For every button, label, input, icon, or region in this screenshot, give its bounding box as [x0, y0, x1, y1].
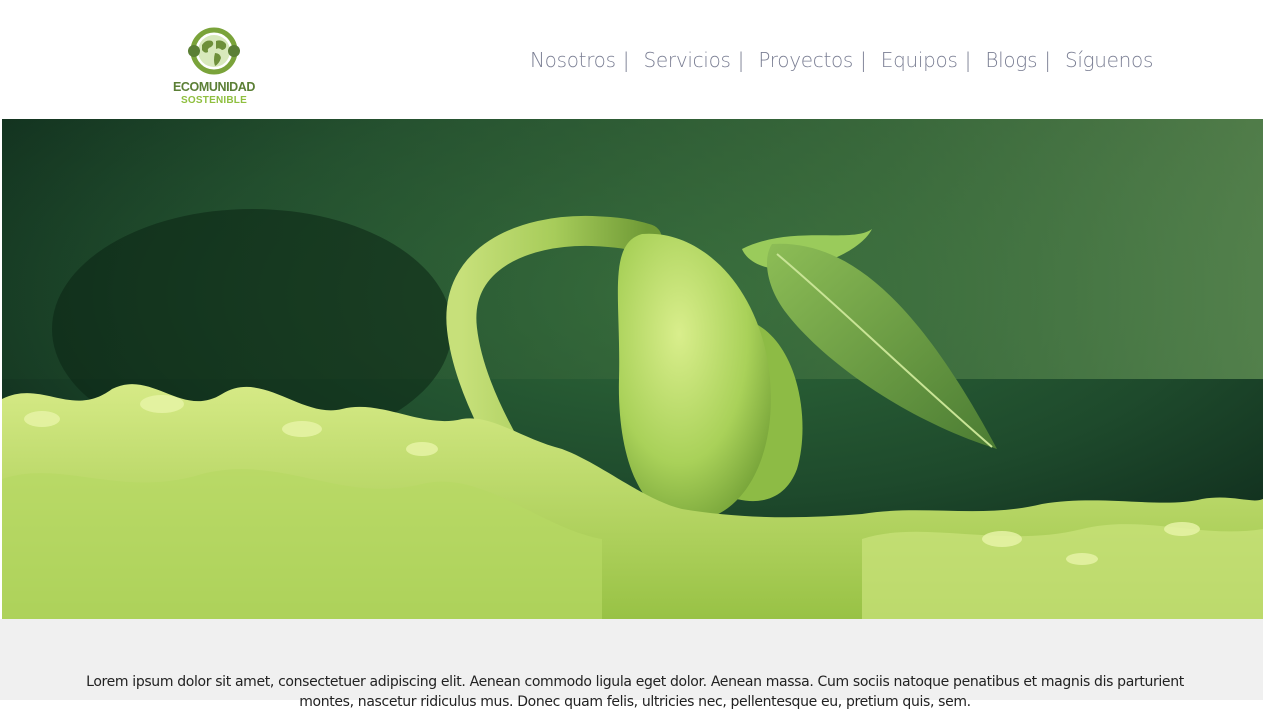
- nav-separator: |: [1044, 48, 1051, 72]
- nav-item: Síguenos: [1065, 48, 1153, 72]
- site-header: ECOMUNIDAD SOSTENIBLE Nosotros | Servicios…: [0, 0, 1263, 119]
- nav-item: Proyectos |: [758, 48, 866, 72]
- nav-item: Blogs |: [985, 48, 1051, 72]
- hero-image: [2, 119, 1263, 619]
- nav-link-servicios[interactable]: Servicios: [644, 48, 731, 72]
- nav-link-proyectos[interactable]: Proyectos: [758, 48, 853, 72]
- intro-paragraph: Lorem ipsum dolor sit amet, consectetuer…: [86, 674, 1184, 710]
- brand-name-line2: SOSTENIBLE: [181, 95, 247, 106]
- hero-banner: [2, 119, 1263, 619]
- main-nav: Nosotros | Servicios | Proyectos | Equipos | Blo…: [530, 48, 1167, 72]
- nav-separator: |: [860, 48, 867, 72]
- brand-name-line1: ECOMUNIDAD: [173, 80, 255, 94]
- nav-item: Equipos |: [881, 48, 972, 72]
- nav-separator: |: [964, 48, 972, 72]
- nav-separator: |: [737, 48, 745, 72]
- nav-link-nosotros[interactable]: Nosotros: [530, 48, 616, 72]
- nav-separator: |: [622, 48, 630, 72]
- nav-item: Servicios |: [644, 48, 745, 72]
- nav-link-equipos[interactable]: Equipos: [881, 48, 958, 72]
- site-logo[interactable]: ECOMUNIDAD SOSTENIBLE: [168, 25, 260, 107]
- nav-item: Nosotros |: [530, 48, 630, 72]
- globe-leaf-icon: ECOMUNIDAD SOSTENIBLE: [173, 27, 256, 106]
- content-section: Lorem ipsum dolor sit amet, consectetuer…: [0, 619, 1263, 710]
- nav-link-siguenos[interactable]: Síguenos: [1065, 48, 1153, 72]
- nav-link-blogs[interactable]: Blogs: [985, 48, 1037, 72]
